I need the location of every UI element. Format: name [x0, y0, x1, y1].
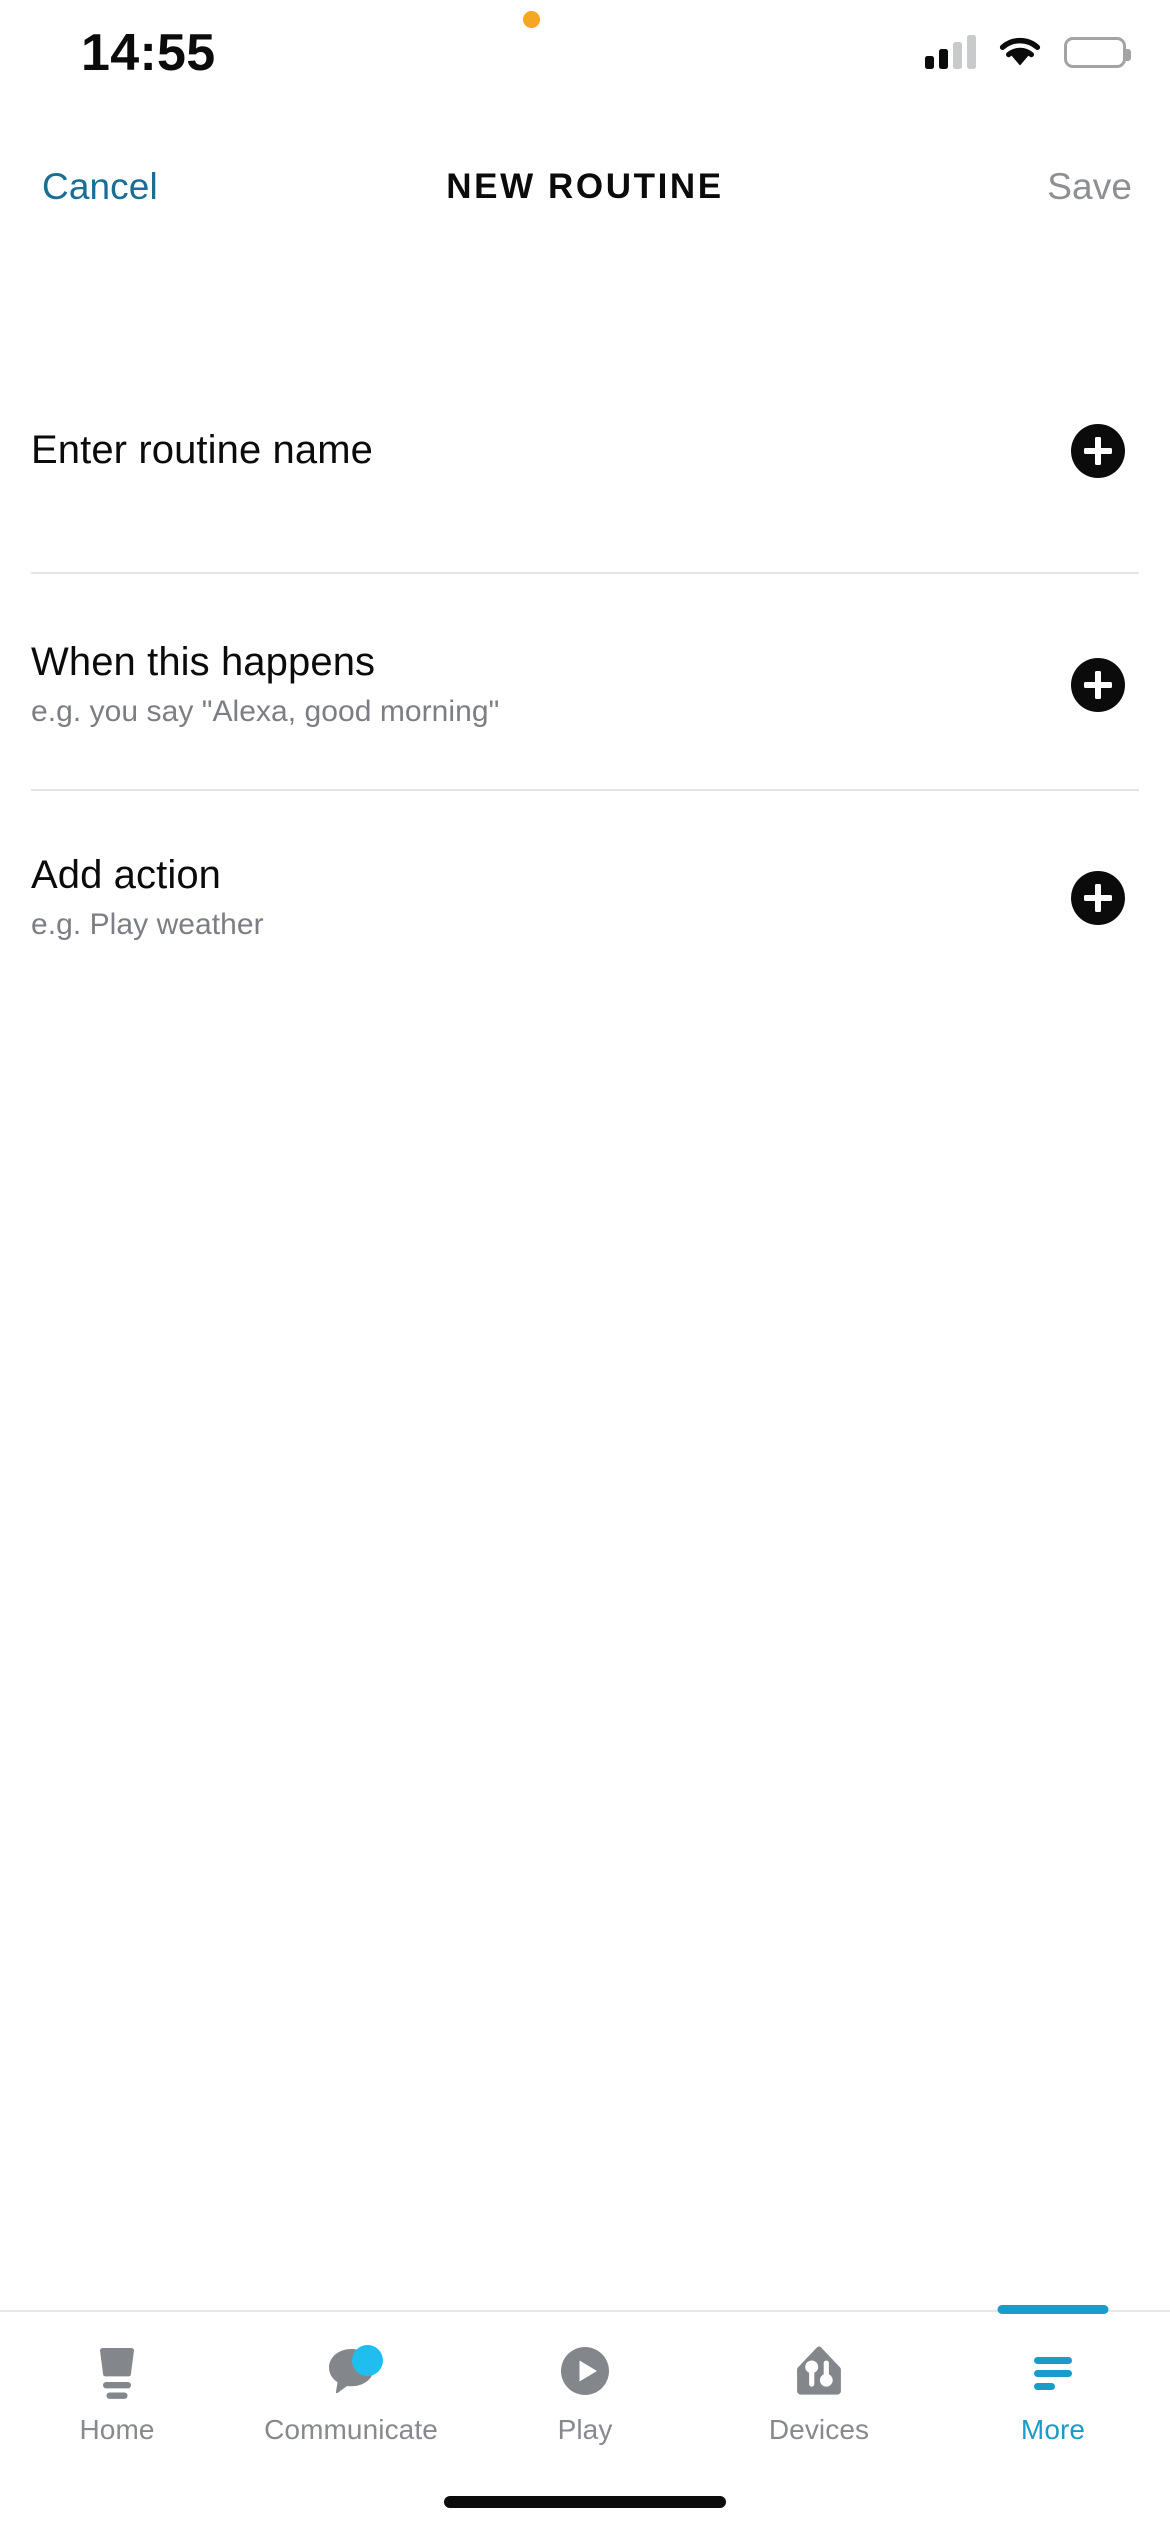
navigation-bar: Cancel NEW ROUTINE Save — [0, 142, 1170, 232]
tab-devices-label: Devices — [768, 2414, 870, 2445]
when-this-happens-label: When this happens — [31, 639, 376, 684]
hamburger-menu-icon — [1022, 2338, 1084, 2404]
routine-form: Enter routine name When this happens e.g… — [0, 232, 1170, 2310]
communicate-badge-dot — [352, 2345, 383, 2376]
wifi-icon — [999, 38, 1041, 66]
tab-communicate-label: Communicate — [264, 2414, 438, 2445]
cellular-signal-icon — [925, 35, 976, 69]
cancel-button[interactable]: Cancel — [38, 160, 162, 214]
add-routine-name-button[interactable] — [1071, 423, 1125, 478]
tab-home-label: Home — [79, 2414, 155, 2445]
battery-icon — [1064, 36, 1131, 68]
status-bar: 14:55 — [0, 0, 1170, 142]
home-indicator[interactable] — [444, 2496, 726, 2508]
tab-home[interactable]: Home — [0, 2312, 234, 2472]
smart-home-icon — [788, 2338, 850, 2404]
tab-play[interactable]: Play — [468, 2312, 702, 2472]
echo-speaker-icon — [86, 2338, 148, 2404]
tab-play-label: Play — [557, 2414, 613, 2445]
tab-more[interactable]: More — [936, 2305, 1170, 2472]
routine-name-row[interactable]: Enter routine name — [0, 394, 1170, 507]
tab-devices[interactable]: Devices — [702, 2312, 936, 2472]
active-tab-indicator — [997, 2305, 1109, 2314]
home-indicator-area — [0, 2472, 1170, 2532]
when-this-happens-row[interactable]: When this happens e.g. you say "Alexa, g… — [0, 628, 1170, 741]
page-title: NEW ROUTINE — [446, 167, 724, 206]
add-action-texts: Add action e.g. Play weather — [31, 852, 264, 942]
add-action-row[interactable]: Add action e.g. Play weather — [0, 841, 1170, 954]
tab-more-label: More — [1020, 2414, 1086, 2445]
when-this-happens-hint: e.g. you say "Alexa, good morning" — [31, 695, 500, 729]
when-this-happens-texts: When this happens e.g. you say "Alexa, g… — [31, 639, 500, 729]
save-button[interactable]: Save — [1043, 160, 1136, 214]
tab-communicate[interactable]: Communicate — [234, 2312, 468, 2472]
speech-bubble-icon — [320, 2338, 383, 2404]
status-bar-icons — [925, 30, 1131, 74]
status-bar-time: 14:55 — [81, 24, 216, 82]
routine-name-texts: Enter routine name — [31, 427, 373, 472]
add-action-hint: e.g. Play weather — [31, 908, 264, 942]
add-trigger-button[interactable] — [1071, 657, 1125, 712]
privacy-indicator-dot — [523, 11, 540, 28]
bottom-tab-bar: Home Communicate Play Devices More — [0, 2305, 1170, 2472]
app-screen: 14:55 Cancel NEW ROUTINE Save Enter rout… — [0, 0, 1170, 2532]
routine-name-label: Enter routine name — [31, 427, 373, 472]
play-circle-icon — [554, 2338, 616, 2404]
add-action-label: Add action — [31, 852, 222, 897]
add-action-button[interactable] — [1071, 870, 1125, 925]
